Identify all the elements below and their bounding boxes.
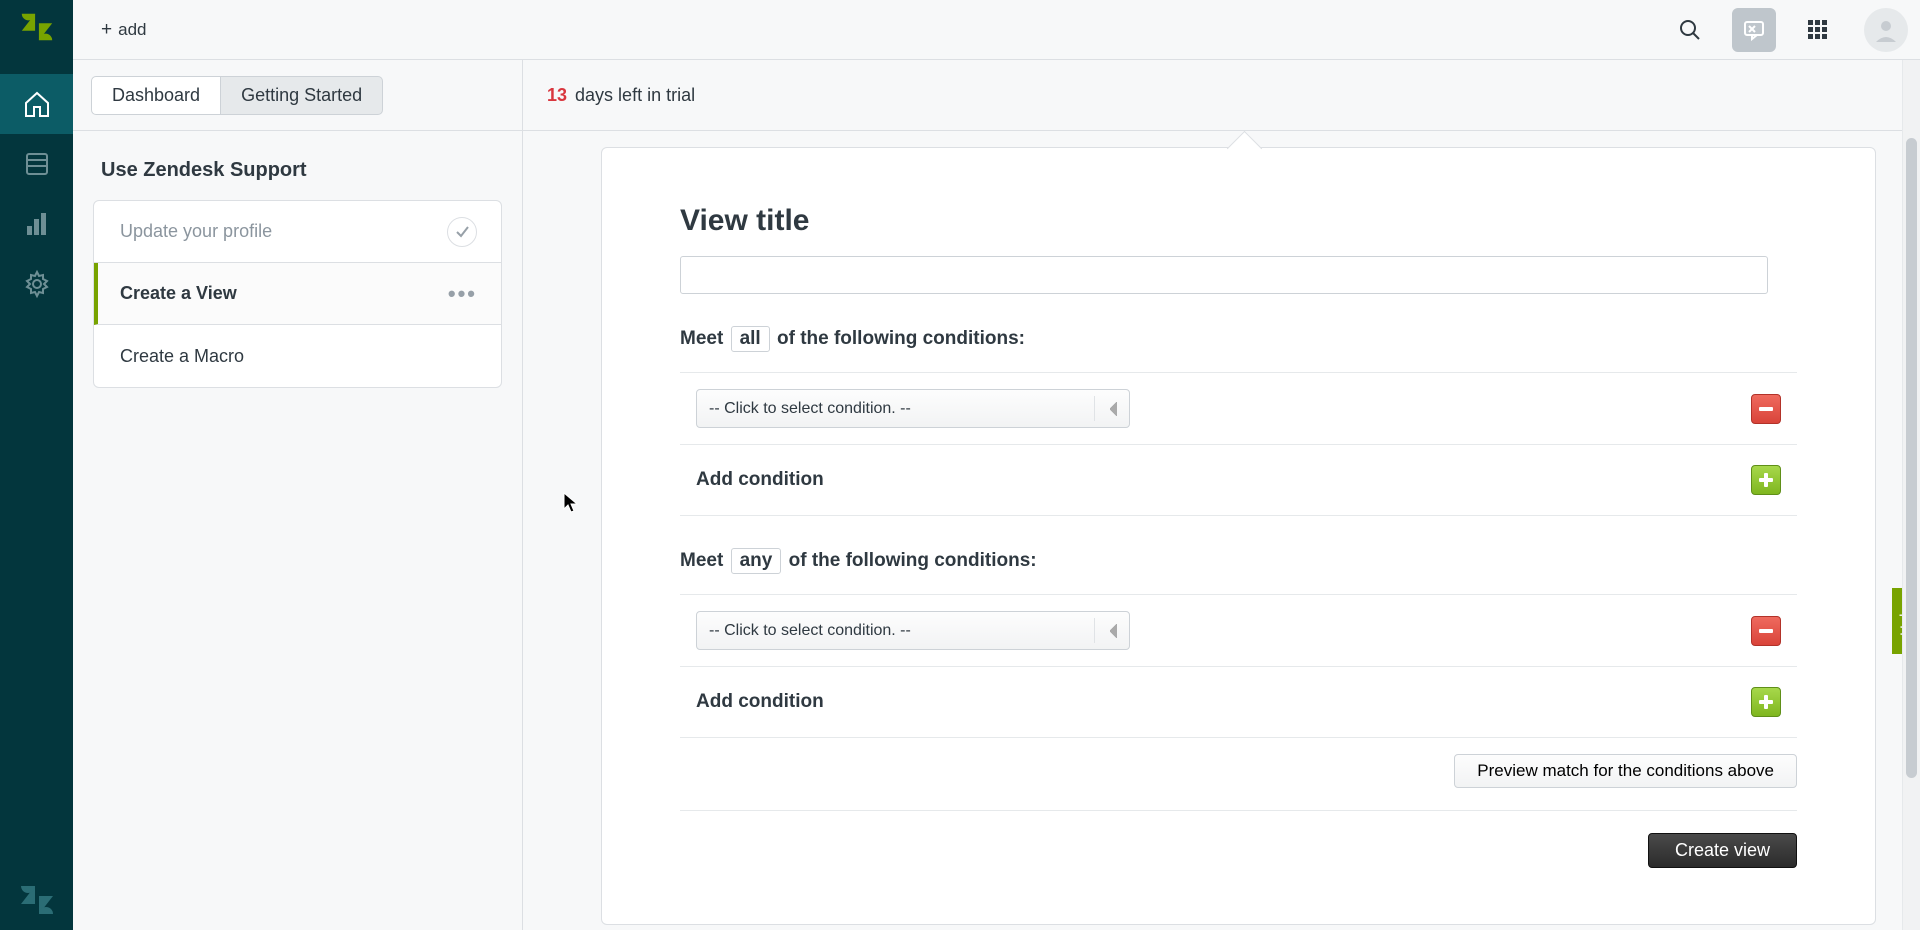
check-icon: [447, 217, 477, 247]
task-label: Update your profile: [120, 221, 447, 242]
search-icon: [1678, 18, 1702, 42]
zendesk-mark-icon: [17, 880, 57, 920]
task-label: Create a Macro: [120, 346, 477, 367]
meet-prefix: Meet: [680, 328, 723, 349]
task-label: Create a View: [120, 283, 448, 304]
tabs-row: Dashboard Getting Started: [73, 60, 522, 131]
minus-icon: [1759, 407, 1773, 411]
ellipsis-icon: •••: [448, 281, 477, 307]
preview-button-label: Preview match for the conditions above: [1477, 761, 1774, 780]
plus-icon: [1764, 695, 1768, 709]
left-panel: Dashboard Getting Started Use Zendesk Su…: [73, 60, 523, 930]
tab-label: Getting Started: [241, 85, 362, 106]
add-button-label: add: [118, 20, 146, 40]
nav-rail: [0, 0, 73, 930]
tab-label: Dashboard: [112, 85, 200, 106]
condition-select[interactable]: -- Click to select condition. --: [696, 611, 1130, 650]
add-all-condition-row: Add condition: [680, 445, 1797, 516]
vertical-scrollbar[interactable]: [1902, 60, 1920, 930]
any-pill: any: [731, 548, 782, 574]
preview-button[interactable]: Preview match for the conditions above: [1454, 754, 1797, 788]
create-view-card: View title Meet all of the following con…: [601, 147, 1876, 925]
meet-suffix: of the following conditions:: [777, 328, 1025, 349]
chat-icon: [1742, 18, 1766, 42]
nav-views[interactable]: [0, 134, 73, 194]
nav-home[interactable]: [0, 74, 73, 134]
apps-icon: [1807, 19, 1829, 41]
add-button[interactable]: + add: [91, 13, 156, 47]
any-conditions-header: Meet any of the following conditions:: [680, 548, 1797, 574]
minus-icon: [1759, 629, 1773, 633]
main-area: 13 days left in trial View title Meet al…: [523, 60, 1920, 930]
chat-button[interactable]: [1732, 8, 1776, 52]
tab-getting-started[interactable]: Getting Started: [221, 76, 383, 115]
create-view-button[interactable]: Create view: [1648, 833, 1797, 868]
create-row: Create view: [680, 810, 1797, 868]
condition-select[interactable]: -- Click to select condition. --: [696, 389, 1130, 428]
remove-condition-button[interactable]: [1751, 394, 1781, 424]
search-button[interactable]: [1668, 8, 1712, 52]
avatar-icon: [1872, 16, 1900, 44]
create-button-label: Create view: [1675, 840, 1770, 860]
add-condition-label: Add condition: [696, 691, 824, 713]
tab-dashboard[interactable]: Dashboard: [91, 76, 221, 115]
trial-text: days left in trial: [575, 85, 695, 106]
trial-banner: 13 days left in trial: [523, 60, 1920, 131]
remove-condition-button[interactable]: [1751, 616, 1781, 646]
add-condition-button[interactable]: [1751, 465, 1781, 495]
add-condition-button[interactable]: [1751, 687, 1781, 717]
all-pill: all: [731, 326, 770, 352]
zendesk-logo-icon: [18, 8, 56, 46]
meet-prefix: Meet: [680, 550, 723, 571]
add-any-condition-row: Add condition: [680, 667, 1797, 738]
add-condition-label: Add condition: [696, 469, 824, 491]
topbar: + add: [73, 0, 1920, 60]
user-avatar[interactable]: [1864, 8, 1908, 52]
trial-days: 13: [547, 85, 567, 106]
select-placeholder: -- Click to select condition. --: [709, 400, 911, 418]
nav-admin[interactable]: [0, 254, 73, 314]
task-create-view[interactable]: Create a View •••: [94, 263, 501, 325]
view-title-input[interactable]: [680, 256, 1768, 294]
scrollbar-thumb[interactable]: [1906, 138, 1917, 778]
section-title: Use Zendesk Support: [73, 131, 522, 200]
task-list: Update your profile Create a View ••• Cr…: [93, 200, 502, 388]
apps-button[interactable]: [1796, 8, 1840, 52]
nav-reporting[interactable]: [0, 194, 73, 254]
task-update-profile[interactable]: Update your profile: [94, 201, 501, 263]
preview-row: Preview match for the conditions above: [680, 754, 1797, 788]
meet-suffix: of the following conditions:: [789, 550, 1037, 571]
plus-icon: +: [101, 19, 112, 41]
plus-icon: [1764, 473, 1768, 487]
all-condition-row: -- Click to select condition. --: [680, 372, 1797, 445]
any-condition-row: -- Click to select condition. --: [680, 594, 1797, 667]
card-heading: View title: [680, 204, 1797, 238]
all-conditions-header: Meet all of the following conditions:: [680, 326, 1797, 352]
select-placeholder: -- Click to select condition. --: [709, 622, 911, 640]
task-create-macro[interactable]: Create a Macro: [94, 325, 501, 387]
